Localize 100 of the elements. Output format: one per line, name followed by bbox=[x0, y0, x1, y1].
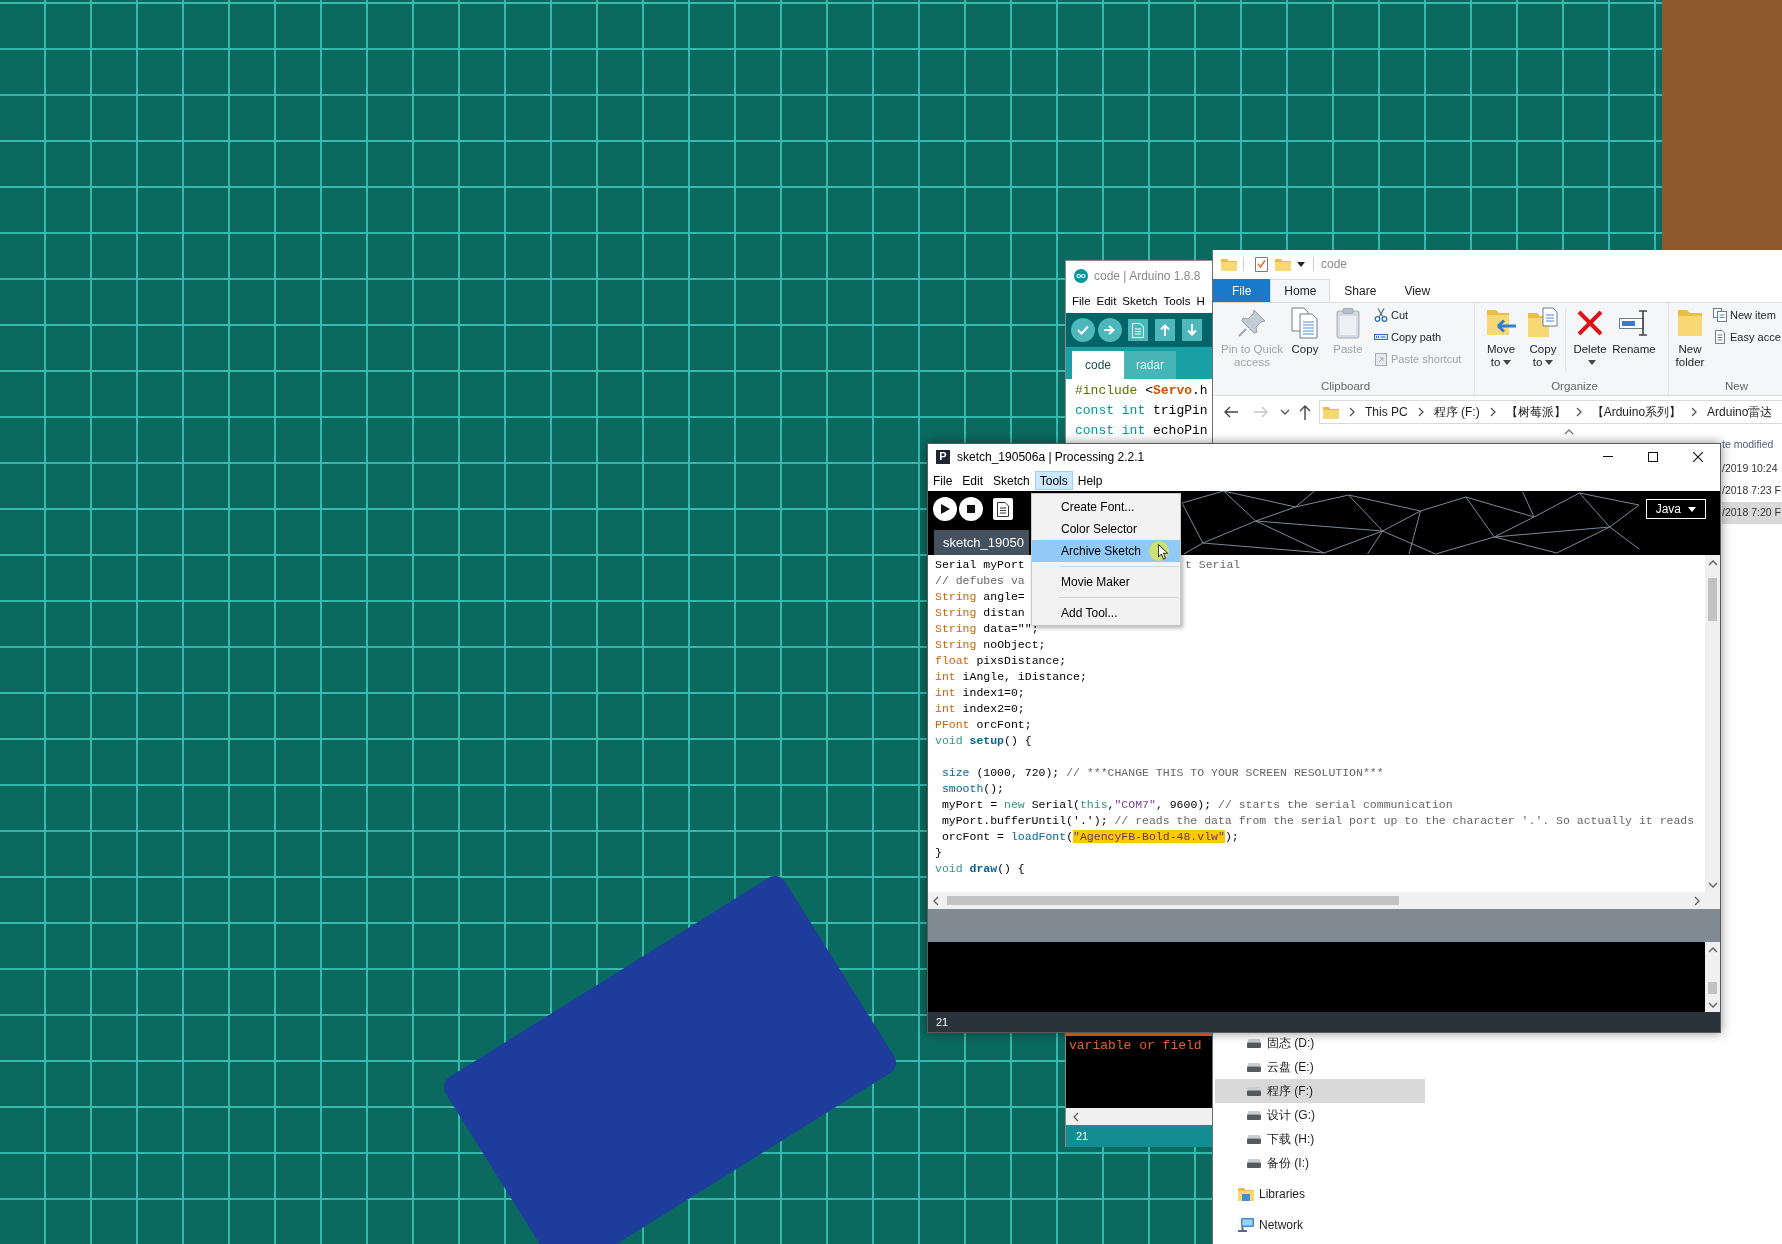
page-icon bbox=[1132, 322, 1144, 338]
scrollbar[interactable] bbox=[1705, 555, 1720, 892]
address-bar[interactable]: This PC 程序 (F:) 【树莓派】 【Arduino系列】 Arduino雷达 bbox=[1319, 400, 1782, 424]
code-line: smooth(); bbox=[940, 781, 1005, 797]
editor-tab[interactable]: sketch_19050 bbox=[934, 530, 1029, 555]
chevron-right-icon[interactable] bbox=[1488, 407, 1497, 417]
menu-item[interactable]: Tools bbox=[1034, 470, 1073, 490]
ribbon-button[interactable]: Move to bbox=[1481, 303, 1521, 369]
code-line: int iAngle, iDistance; bbox=[935, 669, 1087, 685]
file-row[interactable]: /2019 10:24 bbox=[1722, 458, 1782, 480]
stop-button[interactable] bbox=[959, 497, 983, 521]
ribbon-button[interactable]: New folder bbox=[1671, 303, 1709, 369]
scrollbar[interactable] bbox=[1066, 1108, 1212, 1125]
console-line: variable or field bbox=[1069, 1037, 1202, 1055]
nav-item[interactable]: 云盘 (E:) bbox=[1215, 1055, 1425, 1079]
chevron-right-icon[interactable] bbox=[1574, 407, 1583, 417]
menu-item[interactable]: Tools bbox=[1160, 293, 1194, 311]
editor-tab[interactable]: code bbox=[1072, 351, 1124, 379]
menu-item[interactable]: Sketch bbox=[1119, 293, 1161, 311]
page-icon bbox=[1713, 330, 1727, 344]
scroll-thumb[interactable] bbox=[947, 896, 1399, 905]
menu-item[interactable]: Edit bbox=[957, 470, 989, 490]
nav-item[interactable]: 固态 (D:) bbox=[1215, 1031, 1425, 1055]
menu-item[interactable]: Movie Maker bbox=[1032, 571, 1180, 593]
menu-item[interactable]: Help bbox=[1072, 470, 1108, 490]
ribbon-button[interactable]: New item bbox=[1713, 304, 1781, 326]
window-title: code bbox=[1321, 256, 1348, 273]
code-line: myPort = new Serial(this,"COM7", 9600); // starts the serial communication bbox=[940, 797, 1453, 813]
menu-item[interactable]: Sketch bbox=[988, 470, 1035, 490]
nav-item[interactable]: Network bbox=[1215, 1213, 1425, 1237]
breadcrumb[interactable]: 程序 (F:) bbox=[1433, 403, 1480, 421]
new-button[interactable] bbox=[993, 498, 1013, 520]
play-icon bbox=[940, 504, 950, 514]
breadcrumb[interactable]: This PC bbox=[1365, 403, 1408, 421]
arrow-left-icon[interactable] bbox=[1223, 405, 1239, 419]
nav-item[interactable]: 备份 (I:) bbox=[1215, 1151, 1425, 1175]
chevron-down-icon[interactable] bbox=[1280, 408, 1290, 416]
scroll-thumb[interactable] bbox=[1708, 982, 1717, 994]
column-header[interactable]: te modified bbox=[1722, 436, 1774, 453]
ribbon-button[interactable]: Delete bbox=[1570, 303, 1610, 369]
breadcrumb[interactable]: Arduino雷达 bbox=[1707, 403, 1773, 421]
nav-item[interactable]: 设计 (G:) bbox=[1215, 1103, 1425, 1127]
scrollbar[interactable] bbox=[928, 892, 1720, 909]
ribbon-tab[interactable]: Share bbox=[1330, 279, 1391, 302]
line-number: 21 bbox=[936, 1014, 949, 1030]
menu-item[interactable]: Archive Sketch bbox=[1032, 540, 1180, 562]
chevron-up-icon[interactable] bbox=[1707, 945, 1718, 954]
logo-icon bbox=[1074, 269, 1088, 283]
file-row[interactable]: /2018 7:23 F bbox=[1722, 480, 1782, 502]
group-label: New bbox=[1725, 379, 1748, 393]
code-line: } bbox=[935, 845, 942, 861]
nav-item[interactable]: 程序 (F:) bbox=[1215, 1079, 1425, 1103]
ribbon-button[interactable]: Cut bbox=[1374, 304, 1462, 326]
menu-item[interactable]: Edit bbox=[1093, 293, 1120, 311]
breadcrumb[interactable]: 【树莓派】 bbox=[1505, 403, 1566, 421]
code-line: String angle= bbox=[935, 589, 1025, 605]
chevron-left-icon[interactable] bbox=[932, 895, 940, 906]
chevron-up-icon[interactable] bbox=[1707, 558, 1718, 567]
code-line: int index1=0; bbox=[935, 685, 1025, 701]
menu-item[interactable]: Add Tool... bbox=[1032, 602, 1180, 624]
file-row[interactable]: /2018 7:20 F bbox=[1722, 502, 1782, 524]
chevron-right-icon[interactable] bbox=[1693, 895, 1701, 906]
ribbon-tab[interactable]: View bbox=[1390, 279, 1445, 302]
chevron-up-icon[interactable] bbox=[1564, 428, 1574, 436]
ribbon-tab[interactable]: File bbox=[1213, 279, 1271, 302]
code-line: PFont orcFont; bbox=[935, 717, 1032, 733]
breadcrumb[interactable]: 【Arduino系列】 bbox=[1591, 403, 1682, 421]
checklist-icon[interactable] bbox=[1255, 256, 1268, 272]
menu-item[interactable]: H bbox=[1193, 293, 1208, 311]
ribbon-button[interactable]: Copy bbox=[1287, 303, 1323, 356]
chevron-right-icon[interactable] bbox=[1348, 407, 1356, 417]
menu-item[interactable]: Color Selector bbox=[1032, 518, 1180, 540]
verify-button[interactable] bbox=[1071, 318, 1095, 342]
menu-item[interactable]: File bbox=[1069, 293, 1094, 311]
chevron-down-icon[interactable] bbox=[1707, 880, 1718, 889]
ribbon-button[interactable]: Copy path bbox=[1374, 326, 1462, 348]
scroll-thumb[interactable] bbox=[1708, 578, 1717, 621]
ribbon-button[interactable]: Easy acce bbox=[1713, 326, 1781, 348]
nav-item[interactable]: Libraries bbox=[1215, 1182, 1425, 1206]
code-line: size (1000, 720); // ***CHANGE THIS TO YOUR SCREEN RESOLUTION*** bbox=[940, 765, 1384, 781]
run-button[interactable] bbox=[933, 497, 957, 521]
mode-button[interactable]: Java bbox=[1645, 499, 1706, 519]
chevron-right-icon[interactable] bbox=[1690, 407, 1699, 417]
scrollbar[interactable] bbox=[1705, 942, 1720, 1012]
chevron-right-icon[interactable] bbox=[1416, 407, 1425, 417]
network-icon bbox=[1238, 1218, 1254, 1232]
ribbon-button[interactable]: Copy to bbox=[1525, 303, 1561, 369]
upload-button[interactable] bbox=[1098, 318, 1122, 342]
ribbon-button[interactable]: Rename bbox=[1610, 303, 1658, 356]
chevron-left-icon[interactable] bbox=[1072, 1111, 1080, 1122]
chevron-down-icon[interactable] bbox=[1707, 1000, 1718, 1009]
code-line: orcFont = loadFont("AgencyFB-Bold-48.vlw"); bbox=[940, 829, 1239, 845]
arrow-up-icon[interactable] bbox=[1298, 404, 1312, 420]
menu-item[interactable]: Create Font... bbox=[1032, 496, 1180, 518]
ribbon-tab[interactable]: Home bbox=[1270, 279, 1331, 302]
code-line: // defubes va bbox=[935, 573, 1025, 589]
menu-item[interactable]: File bbox=[928, 470, 958, 490]
maximize-icon bbox=[1647, 451, 1658, 462]
app-logo: P bbox=[936, 449, 950, 464]
nav-item[interactable]: 下载 (H:) bbox=[1215, 1127, 1425, 1151]
